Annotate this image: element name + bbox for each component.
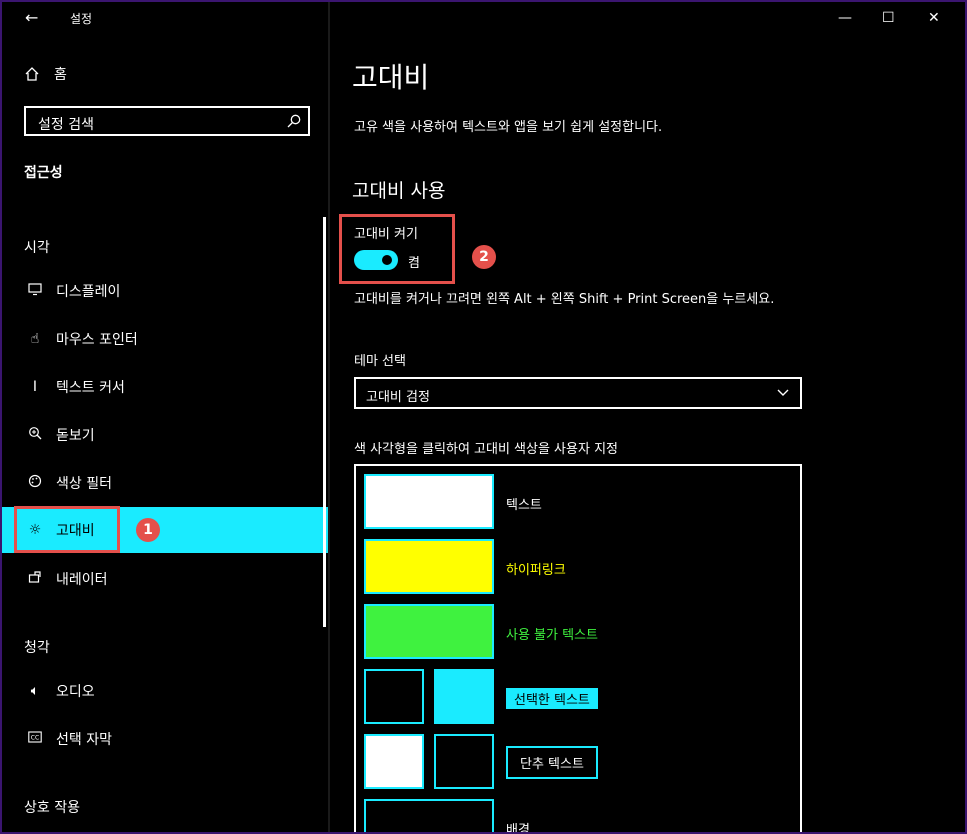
divider: [328, 2, 330, 832]
swatch-background[interactable]: [364, 799, 494, 832]
sidebar-item-text-cursor[interactable]: I 텍스트 커서: [2, 364, 328, 410]
home-icon: [25, 67, 39, 81]
sidebar-item-label: 색상 필터: [56, 476, 112, 492]
page-title: 고대비: [352, 61, 430, 94]
maximize-button[interactable]: ☐: [882, 10, 895, 26]
sidebar-item-label: 오디오: [56, 684, 95, 700]
shortcut-hint: 고대비를 켜거나 끄려면 왼쪽 Alt + 왼쪽 Shift + Print S…: [354, 292, 775, 307]
swatch-selected-fg[interactable]: [434, 669, 494, 724]
swatch-button-fg[interactable]: [364, 734, 424, 789]
sidebar-item-label: 돋보기: [56, 428, 95, 444]
theme-label: 테마 선택: [354, 354, 406, 369]
swatch-button-bg[interactable]: [434, 734, 494, 789]
swatch-instructions: 색 사각형을 클릭하여 고대비 색상을 사용자 지정: [354, 442, 618, 457]
window-title: 설정: [70, 12, 93, 26]
sidebar-item-audio[interactable]: 🔈︎ 오디오: [2, 668, 328, 714]
annotation-badge-1: 1: [136, 518, 160, 542]
theme-select[interactable]: 고대비 검정: [354, 377, 802, 409]
sidebar-item-narrator[interactable]: 내레이터: [2, 556, 328, 602]
swatch-text-label: 텍스트: [506, 498, 542, 513]
swatch-disabled-text-label: 사용 불가 텍스트: [506, 628, 598, 643]
search-input[interactable]: 설정 검색: [24, 106, 310, 136]
sidebar-item-home[interactable]: 홈: [24, 64, 67, 84]
swatch-selected-bg[interactable]: [364, 669, 424, 724]
home-label: 홈: [54, 67, 67, 83]
group-title-vision: 시각: [24, 240, 50, 256]
sidebar: ← 설정 홈 설정 검색 접근성 시각 디스플레이 ☝ 마우스 포인터 I 텍스…: [2, 2, 328, 832]
speaker-icon: 🔈︎: [30, 683, 40, 699]
swatch-disabled-text[interactable]: [364, 604, 494, 659]
caption-icon: CC: [24, 731, 46, 747]
close-button[interactable]: ✕: [928, 10, 940, 26]
settings-window: ← 설정 홈 설정 검색 접근성 시각 디스플레이 ☝ 마우스 포인터 I 텍스…: [2, 2, 965, 832]
sidebar-item-label: 디스플레이: [56, 284, 121, 300]
swatch-selected-text-label: 선택한 텍스트: [506, 688, 598, 709]
magnifier-icon: [24, 426, 46, 444]
swatch-hyperlink-label: 하이퍼링크: [506, 563, 566, 578]
group-title-hearing: 청각: [24, 640, 50, 656]
sidebar-item-captions[interactable]: CC 선택 자막: [2, 716, 328, 762]
chevron-down-icon: [777, 389, 789, 396]
minimize-button[interactable]: —: [838, 10, 852, 26]
annotation-badge-2: 2: [472, 245, 496, 269]
category-title: 접근성: [24, 165, 63, 181]
annotation-box-1: [14, 506, 120, 553]
annotation-box-2: [339, 214, 455, 284]
theme-select-value: 고대비 검정: [366, 390, 430, 405]
sidebar-item-label: 내레이터: [56, 572, 108, 588]
group-title-interaction: 상호 작용: [24, 800, 80, 816]
back-icon[interactable]: ←: [25, 8, 38, 27]
text-cursor-icon: I: [32, 379, 38, 395]
page-description: 고유 색을 사용하여 텍스트와 앱을 보기 쉽게 설정합니다.: [354, 120, 663, 135]
mouse-pointer-icon: ☝: [30, 331, 40, 347]
sidebar-item-label: 마우스 포인터: [56, 332, 138, 348]
search-icon[interactable]: [286, 113, 302, 129]
svg-text:CC: CC: [31, 735, 39, 742]
sidebar-item-label: 선택 자막: [56, 732, 112, 748]
sidebar-item-magnifier[interactable]: 돋보기: [2, 412, 328, 458]
swatch-hyperlink[interactable]: [364, 539, 494, 594]
section-title: 고대비 사용: [352, 180, 446, 202]
swatch-button-text-label: 단추 텍스트: [506, 746, 598, 779]
sidebar-item-display[interactable]: 디스플레이: [2, 268, 328, 314]
sidebar-item-label: 텍스트 커서: [56, 380, 125, 396]
swatch-text[interactable]: [364, 474, 494, 529]
sidebar-item-mouse-pointer[interactable]: ☝ 마우스 포인터: [2, 316, 328, 362]
sidebar-scrollbar[interactable]: [323, 217, 326, 627]
swatch-background-label: 배경: [506, 823, 530, 832]
palette-icon: [24, 474, 46, 492]
search-placeholder: 설정 검색: [38, 117, 94, 133]
narrator-icon: [24, 570, 46, 588]
swatch-panel: 텍스트 하이퍼링크 사용 불가 텍스트 선택한 텍스트 단추 텍스트 배경: [354, 464, 802, 832]
sidebar-item-color-filter[interactable]: 색상 필터: [2, 460, 328, 506]
display-icon: [24, 282, 46, 300]
